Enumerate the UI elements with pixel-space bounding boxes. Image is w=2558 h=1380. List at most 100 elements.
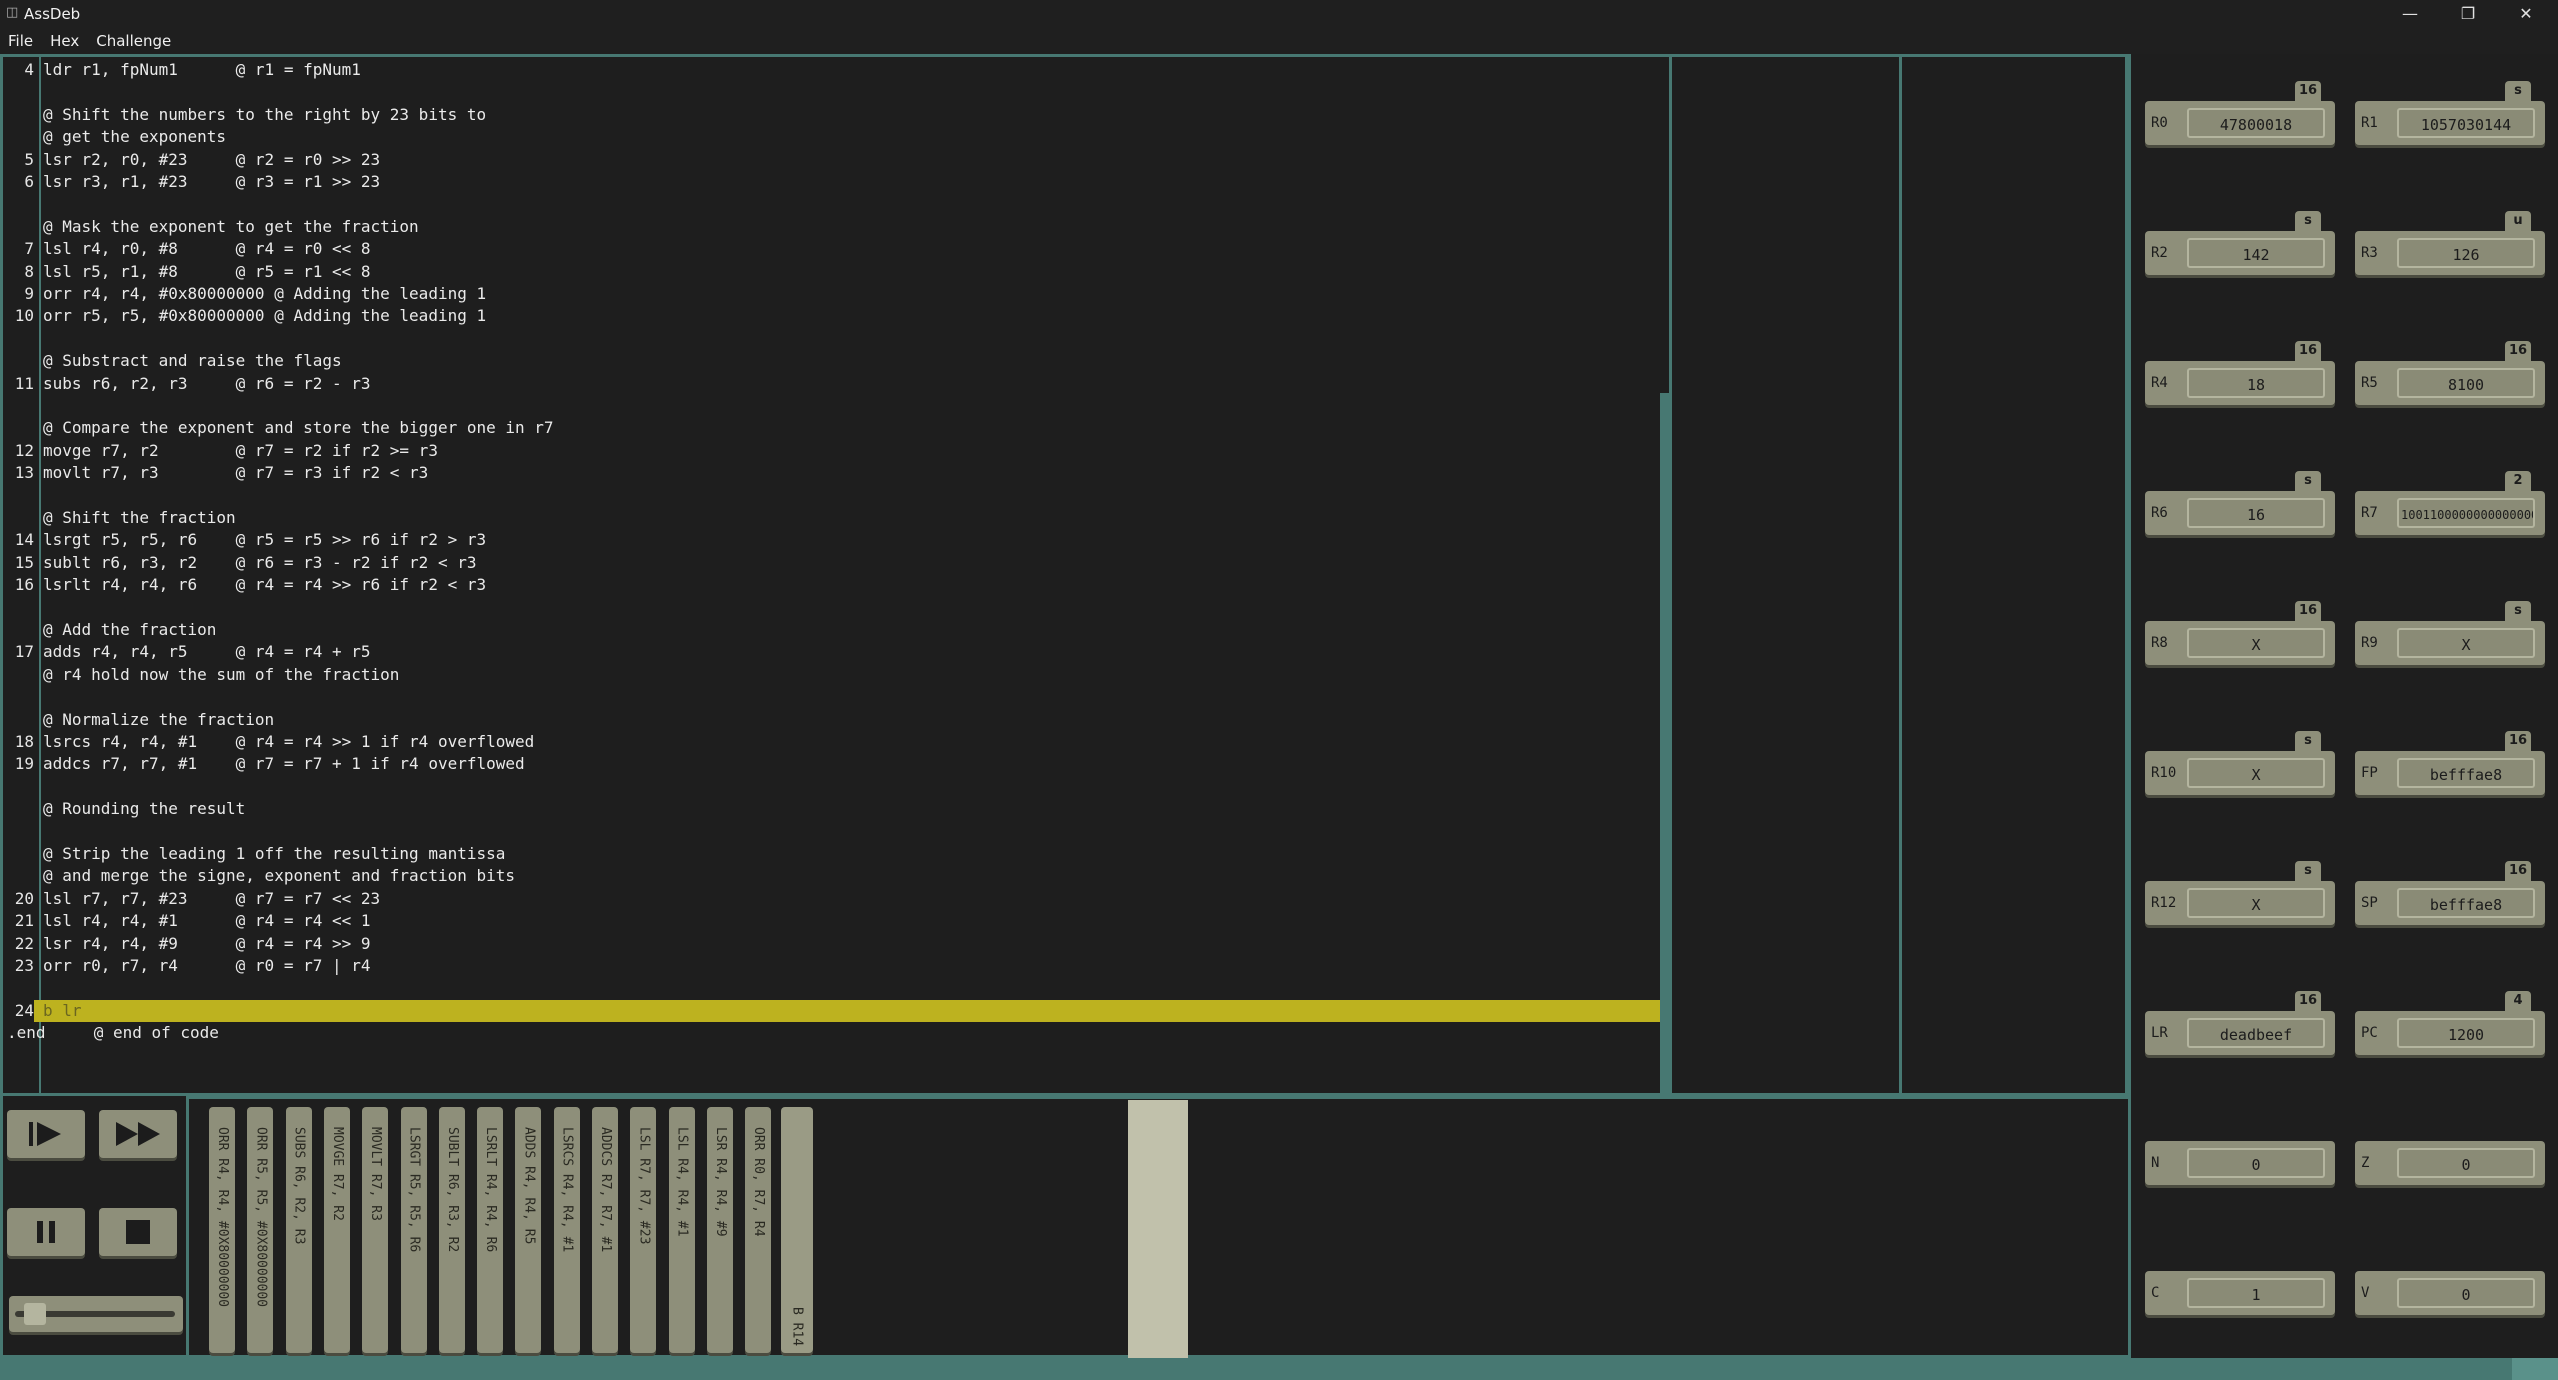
code-line[interactable]: 14 lsrgt r5, r5, r6 @ r5 = r5 >> r6 if r2… [3,529,1669,551]
editor-scrollbar[interactable] [1660,393,1669,1093]
code-line[interactable]: @ and merge the signe, exponent and frac… [3,865,1669,887]
register-base-badge[interactable]: 16 [2505,731,2531,751]
register-value[interactable]: 0 [2187,1148,2325,1178]
code-line[interactable]: @ Shift the fraction [3,507,1669,529]
code-line[interactable] [3,686,1669,708]
register-base-badge[interactable]: 16 [2295,341,2321,361]
run-button[interactable] [99,1110,177,1158]
pipeline-instruction[interactable]: ORR R0, R7, R4 [745,1107,772,1353]
pipeline-instruction[interactable]: B R14 [780,1107,813,1353]
register-base-badge[interactable]: s [2295,211,2321,231]
code-line[interactable] [3,821,1669,843]
pipeline-instruction[interactable]: LSRLT R4, R4, R6 [477,1107,504,1353]
close-button[interactable]: ✕ [2498,0,2554,28]
register-base-badge[interactable]: 16 [2295,991,2321,1011]
register-value[interactable]: 0 [2397,1278,2535,1308]
code-line[interactable] [3,395,1669,417]
pipeline-instruction[interactable]: ADDCS R7, R7, #1 [592,1107,618,1353]
register-base-badge[interactable]: s [2295,731,2321,751]
stop-button[interactable] [99,1208,177,1256]
code-line[interactable]: 21 lsl r4, r4, #1 @ r4 = r4 << 1 [3,910,1669,932]
pipeline-instruction[interactable]: LSL R7, R7, #23 [630,1107,657,1353]
code-line[interactable]: 16 lsrlt r4, r4, r6 @ r4 = r4 >> r6 if r2… [3,574,1669,596]
code-line[interactable] [3,485,1669,507]
register-value[interactable]: befffae8 [2397,888,2535,918]
restore-button[interactable]: ❐ [2440,0,2496,28]
pipeline-instruction[interactable]: LSR R4, R4, #9 [706,1107,733,1353]
code-line[interactable]: @ r4 hold now the sum of the fraction [3,664,1669,686]
register-value[interactable]: 8100 [2397,368,2535,398]
code-line[interactable]: @ Shift the numbers to the right by 23 b… [3,104,1669,126]
register-value[interactable]: 1057030144 [2397,108,2535,138]
register-value[interactable]: 10011000000000000000 [2397,498,2535,528]
code-line[interactable]: 18 lsrcs r4, r4, #1 @ r4 = r4 >> 1 if r4 … [3,731,1669,753]
code-line[interactable]: 11 subs r6, r2, r3 @ r6 = r2 - r3 [3,373,1669,395]
register-value[interactable]: 47800018 [2187,108,2325,138]
code-line[interactable]: @ Normalize the fraction [3,709,1669,731]
register-base-badge[interactable]: 4 [2505,991,2531,1011]
register-base-badge[interactable]: 16 [2505,341,2531,361]
code-line[interactable]: 22 lsr r4, r4, #9 @ r4 = r4 >> 9 [3,933,1669,955]
code-line[interactable]: @ Compare the exponent and store the big… [3,417,1669,439]
pipeline-instruction[interactable]: MOVLT R7, R3 [362,1107,389,1353]
code-line[interactable]: @ Add the fraction [3,619,1669,641]
code-line[interactable]: 9 orr r4, r4, #0x80000000 @ Adding the le… [3,283,1669,305]
minimize-button[interactable]: — [2382,0,2438,28]
speed-slider[interactable] [9,1296,183,1332]
code-line[interactable]: .end @ end of code [3,1022,1669,1044]
pause-button[interactable] [7,1208,85,1256]
pipeline-instruction[interactable]: ORR R4, R4, #0X80000000 [209,1107,235,1353]
pipeline-instruction[interactable]: SUBS R6, R2, R3 [285,1107,312,1353]
register-value[interactable]: 1200 [2397,1018,2535,1048]
code-line[interactable]: @ Mask the exponent to get the fraction [3,216,1669,238]
code-line[interactable]: @ get the exponents [3,126,1669,148]
register-value[interactable]: X [2187,888,2325,918]
code-line[interactable]: 15 sublt r6, r3, r2 @ r6 = r3 - r2 if r2 … [3,552,1669,574]
code-editor[interactable]: 4 ldr r1, fpNum1 @ r1 = fpNum1 @ Shift the… [0,54,1672,1096]
register-value[interactable]: 18 [2187,368,2325,398]
code-line[interactable]: 10 orr r5, r5, #0x80000000 @ Adding the l… [3,305,1669,327]
code-line[interactable]: @ Strip the leading 1 off the resulting … [3,843,1669,865]
register-base-badge[interactable]: 16 [2295,601,2321,621]
code-line[interactable]: @ Rounding the result [3,798,1669,820]
pipeline-instruction[interactable]: ORR R5, R5, #0X80000000 [247,1107,274,1353]
code-line[interactable]: 8 lsl r5, r1, #8 @ r5 = r1 << 8 [3,261,1669,283]
menu-file[interactable]: File [0,28,42,54]
code-line[interactable] [3,977,1669,999]
register-base-badge[interactable]: s [2505,601,2531,621]
register-base-badge[interactable]: 16 [2295,81,2321,101]
menu-challenge[interactable]: Challenge [88,28,180,54]
code-line[interactable] [3,597,1669,619]
register-base-badge[interactable]: s [2505,81,2531,101]
register-value[interactable]: deadbeef [2187,1018,2325,1048]
register-base-badge[interactable]: s [2295,471,2321,491]
register-value[interactable]: X [2187,628,2325,658]
register-value[interactable]: X [2187,758,2325,788]
code-line[interactable]: 17 adds r4, r4, r5 @ r4 = r4 + r5 [3,641,1669,663]
menu-hex[interactable]: Hex [42,28,88,54]
speed-slider-thumb[interactable] [23,1303,46,1325]
pipeline-instruction[interactable]: LSL R4, R4, #1 [668,1107,695,1353]
code-line[interactable]: 5 lsr r2, r0, #23 @ r2 = r0 >> 23 [3,149,1669,171]
register-base-badge[interactable]: s [2295,861,2321,881]
register-value[interactable]: befffae8 [2397,758,2535,788]
code-line[interactable] [3,328,1669,350]
code-line[interactable]: 7 lsl r4, r0, #8 @ r4 = r0 << 8 [3,238,1669,260]
pipeline-instruction[interactable]: LSRCS R4, R4, #1 [553,1107,580,1353]
step-button[interactable] [7,1110,85,1158]
code-line[interactable]: 12 movge r7, r2 @ r7 = r2 if r2 >= r3 [3,440,1669,462]
pipeline-instruction[interactable]: SUBLT R6, R3, R2 [438,1107,465,1353]
code-line[interactable]: 24 b lr [3,999,1669,1023]
register-value[interactable]: 16 [2187,498,2325,528]
code-line[interactable]: 19 addcs r7, r7, #1 @ r7 = r7 + 1 if r4 o… [3,753,1669,775]
register-base-badge[interactable]: 2 [2505,471,2531,491]
code-line[interactable]: @ Substract and raise the flags [3,350,1669,372]
register-value[interactable]: 0 [2397,1148,2535,1178]
register-base-badge[interactable]: 16 [2505,861,2531,881]
code-line[interactable] [3,193,1669,215]
code-line[interactable]: 13 movlt r7, r3 @ r7 = r3 if r2 < r3 [3,462,1669,484]
code-line[interactable]: 23 orr r0, r7, r4 @ r0 = r7 | r4 [3,955,1669,977]
register-value[interactable]: 1 [2187,1278,2325,1308]
code-line[interactable]: 6 lsr r3, r1, #23 @ r3 = r1 >> 23 [3,171,1669,193]
code-line[interactable]: 20 lsl r7, r7, #23 @ r7 = r7 << 23 [3,888,1669,910]
